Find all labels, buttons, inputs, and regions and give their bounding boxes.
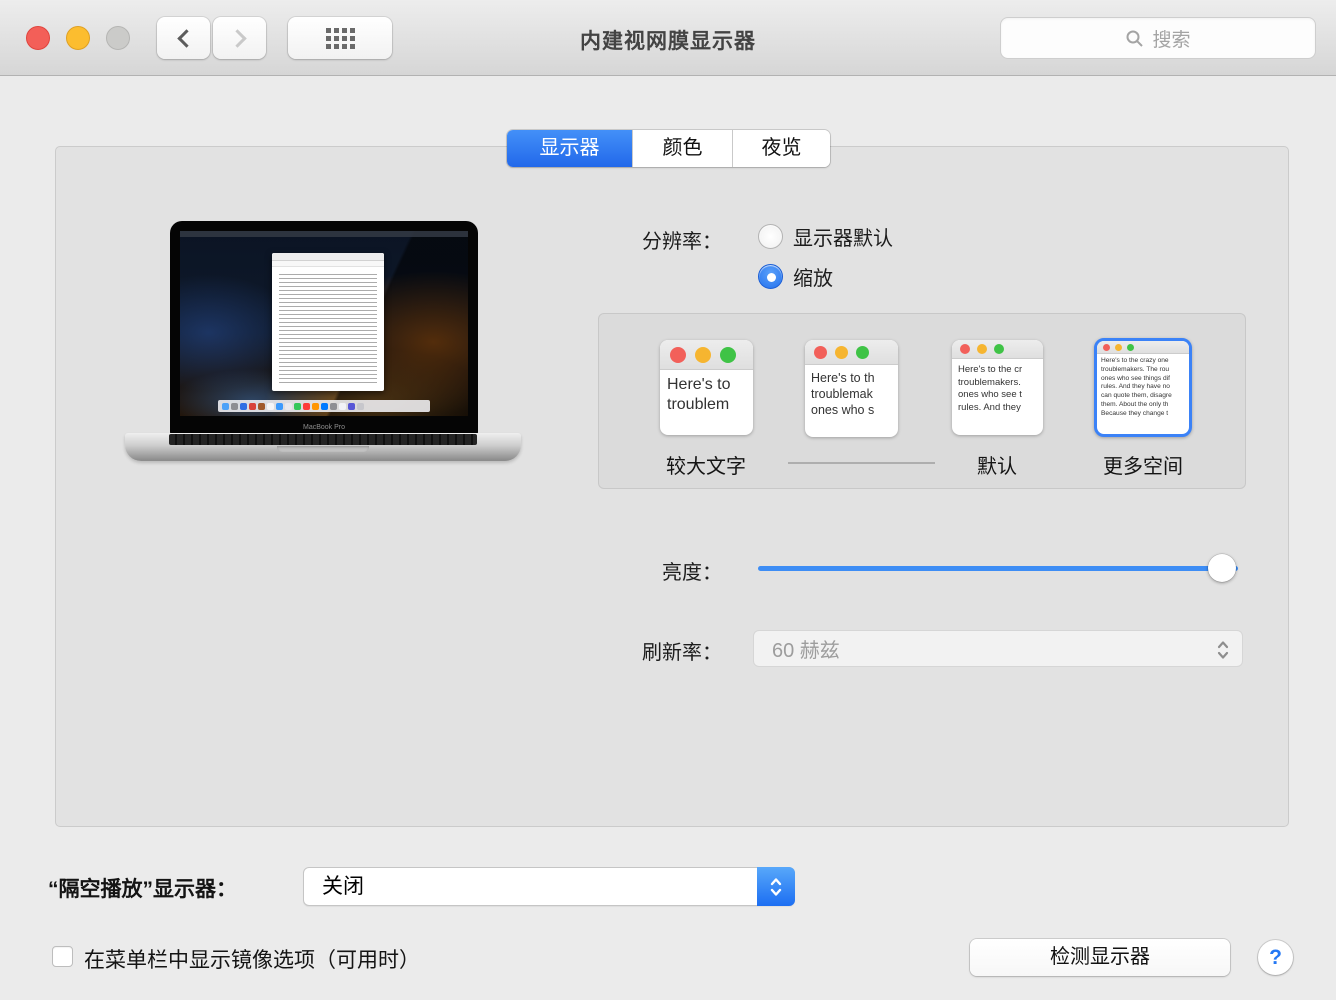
tab-displays[interactable]: 显示器	[507, 130, 632, 167]
detect-displays-button[interactable]: 检测显示器	[970, 939, 1230, 976]
laptop-document-window	[272, 253, 384, 391]
popup-chevrons-icon	[769, 875, 783, 899]
dock-icon	[285, 403, 292, 410]
dock-icon	[339, 403, 346, 410]
thumb-sample-text: Here's to th troublemak ones who s	[805, 365, 898, 418]
laptop-keyboard	[169, 434, 477, 445]
resolution-label: 分辨率：	[560, 225, 722, 254]
thumb-sample-text: Here's to the cr troublemakers. ones who…	[952, 359, 1043, 414]
scale-option-2[interactable]: Here's to th troublemak ones who s	[805, 340, 898, 437]
dock-icon	[294, 403, 301, 410]
dock-icon	[330, 403, 337, 410]
radio-label: 缩放	[793, 262, 833, 291]
dock-icon	[348, 403, 355, 410]
search-icon	[1125, 29, 1144, 48]
airplay-display-popup[interactable]: 关闭	[303, 867, 795, 906]
search-input[interactable]: 搜索	[1000, 17, 1316, 59]
dock-icon	[222, 403, 229, 410]
popup-blue-cap[interactable]	[757, 867, 795, 906]
scale-option-larger-text[interactable]: Here's to troublem	[660, 340, 753, 435]
laptop-bezel: MacBook Pro	[170, 221, 478, 434]
thumb-titlebar	[1097, 341, 1189, 354]
tab-bar: 显示器 颜色 夜览	[507, 130, 830, 167]
laptop-document-textlines	[279, 274, 377, 384]
dock-icon	[321, 403, 328, 410]
brightness-slider-track[interactable]	[758, 566, 1238, 571]
thumb-sample-text: Here's to troublem	[660, 370, 753, 415]
scale-label-divider-line	[788, 462, 935, 464]
scale-label-more-space: 更多空间	[1083, 450, 1203, 479]
radio-icon-selected[interactable]	[758, 264, 783, 289]
laptop-caption: MacBook Pro	[170, 424, 478, 431]
mirroring-checkbox-label[interactable]: 在菜单栏中显示镜像选项（可用时）	[84, 944, 420, 974]
dock-icon	[267, 403, 274, 410]
laptop-lid-notch	[277, 446, 369, 452]
titlebar: 内建视网膜显示器 搜索	[0, 0, 1336, 76]
dock	[218, 400, 430, 412]
scale-label-default: 默认	[947, 450, 1047, 479]
thumb-sample-text: Here's to the crazy one troublemakers. T…	[1097, 354, 1189, 419]
search-placeholder: 搜索	[1152, 25, 1190, 52]
brightness-label: 亮度：	[600, 556, 722, 585]
scale-option-default[interactable]: Here's to the cr troublemakers. ones who…	[952, 340, 1043, 435]
radio-icon-unselected[interactable]	[758, 224, 783, 249]
scale-label-larger-text: 较大文字	[646, 450, 766, 479]
refresh-rate-popup: 60 赫兹	[753, 630, 1243, 667]
mirroring-checkbox[interactable]	[52, 946, 73, 967]
help-button[interactable]: ?	[1258, 940, 1293, 975]
tab-color[interactable]: 颜色	[632, 130, 732, 167]
macbook-illustration: MacBook Pro	[125, 213, 521, 463]
laptop-body	[125, 433, 521, 461]
thumb-titlebar	[805, 340, 898, 365]
laptop-screen-wallpaper	[180, 231, 468, 416]
radio-label: 显示器默认	[793, 222, 893, 251]
dock-icon	[231, 403, 238, 410]
brightness-slider-knob[interactable]	[1208, 554, 1236, 582]
dock-icon	[357, 403, 364, 410]
dock-icon	[303, 403, 310, 410]
dock-icon	[312, 403, 319, 410]
popup-chevrons-icon	[1216, 639, 1230, 661]
dock-icon	[258, 403, 265, 410]
dock-icon	[240, 403, 247, 410]
thumb-titlebar	[952, 340, 1043, 359]
radio-scaled[interactable]: 缩放	[758, 263, 833, 289]
dock-icon	[276, 403, 283, 410]
airplay-display-label: “隔空播放”显示器：	[48, 873, 237, 903]
refresh-rate-label: 刷新率：	[590, 636, 722, 665]
scale-option-more-space-selected[interactable]: Here's to the crazy one troublemakers. T…	[1094, 338, 1192, 437]
laptop-menubar	[180, 231, 468, 237]
refresh-rate-value: 60 赫兹	[754, 634, 840, 663]
airplay-display-value: 关闭	[304, 868, 794, 905]
thumb-titlebar	[660, 340, 753, 370]
dock-icon	[249, 403, 256, 410]
tab-night-shift[interactable]: 夜览	[732, 130, 830, 167]
radio-default-for-display[interactable]: 显示器默认	[758, 223, 893, 249]
